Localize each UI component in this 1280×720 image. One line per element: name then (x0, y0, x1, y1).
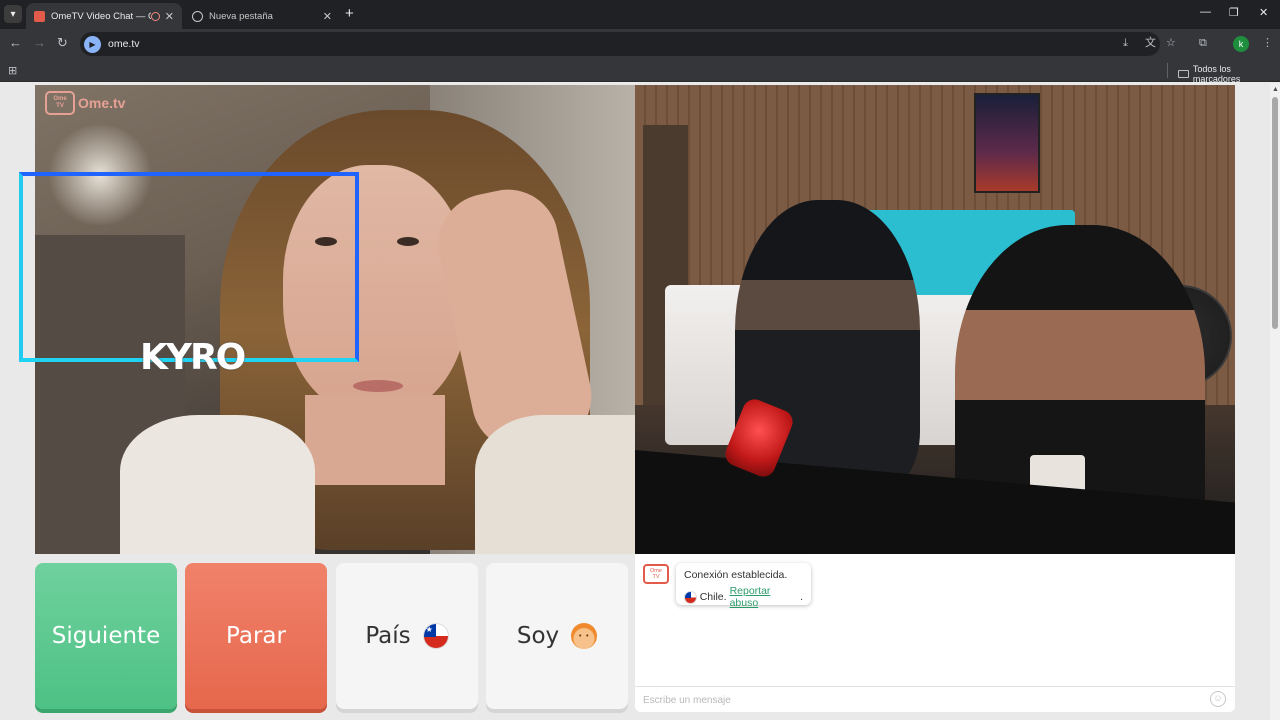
next-button-label: Siguiente (51, 623, 161, 649)
back-icon[interactable]: ← (9, 36, 22, 50)
ometv-tv-icon: Ome TV (45, 91, 75, 115)
stranger-face (397, 237, 419, 246)
chile-flag-icon (422, 623, 449, 649)
self-video (635, 85, 1235, 554)
tab-search-button[interactable]: ▾ (4, 5, 22, 23)
translate-icon[interactable]: 文 (1145, 37, 1156, 50)
tab-ometv[interactable]: OmeTV Video Chat — Ome ✕ (26, 3, 182, 29)
message-input[interactable] (643, 693, 1203, 707)
chat-panel: Ome TV Conexión establecida. Chile. Repo… (635, 554, 1235, 712)
install-app-icon[interactable]: ⤓ (1123, 37, 1128, 50)
bookmarks-divider (1167, 63, 1168, 78)
scroll-up-icon[interactable]: ▲ (1272, 86, 1279, 93)
folder-icon (1178, 70, 1189, 78)
tab-title: Nueva pestaña (209, 10, 273, 22)
new-tab-button[interactable]: + (345, 5, 354, 23)
report-abuse-link[interactable]: Reportar abuso (730, 585, 801, 609)
stranger-person (120, 415, 315, 554)
bookmark-star-icon[interactable]: ☆ (1166, 37, 1176, 50)
report-suffix: . (800, 591, 803, 603)
stream-overlay-frame (19, 172, 359, 362)
browser-tab-bar: ▾ OmeTV Video Chat — Ome ✕ Nueva pestaña… (0, 0, 1280, 29)
all-bookmarks-label: Todos los marcadores (1192, 64, 1241, 84)
all-bookmarks-button[interactable]: Todos los marcadores (1178, 64, 1280, 84)
emoji-smile-icon[interactable]: ☺ (1210, 691, 1226, 707)
country-button-label: País (365, 623, 411, 649)
stream-overlay-logo: KYRO (140, 337, 246, 378)
bookmarks-bar: ⊞ Todos los marcadores (0, 59, 1280, 84)
chat-divider (635, 686, 1235, 687)
watermark-text: Ome.tv (78, 95, 126, 111)
tab-close-icon[interactable]: ✕ (165, 10, 174, 23)
tab-title: OmeTV Video Chat — Ome (51, 10, 151, 22)
recording-indicator-icon (150, 11, 160, 21)
wall-poster (974, 93, 1040, 193)
ometv-watermark: Ome TV Ome.tv (45, 91, 125, 115)
country-button[interactable]: País (336, 563, 478, 709)
country-name: Chile. (699, 591, 727, 603)
system-message: Conexión establecida. Chile. Reportar ab… (676, 563, 811, 609)
minimize-icon[interactable]: — (1200, 6, 1211, 18)
site-info-icon[interactable]: ▶ (84, 35, 101, 53)
boy-face-icon (571, 623, 598, 649)
menu-icon[interactable]: ⋮ (1262, 37, 1273, 50)
globe-icon (192, 10, 203, 22)
ometv-favicon-icon (34, 10, 45, 22)
browser-toolbar: ← → ↻ ▶ ome.tv ⤓ 文 ☆ ⧉ k ⋮ (0, 29, 1280, 59)
ometv-tv-icon: Ome TV (643, 564, 669, 584)
reload-icon[interactable]: ↻ (57, 36, 68, 50)
page-scrollbar[interactable]: ▲ (1270, 83, 1280, 720)
stranger-face (353, 380, 403, 392)
forward-icon[interactable]: → (33, 36, 46, 50)
extensions-icon[interactable]: ⧉ (1199, 37, 1207, 50)
stop-button[interactable]: Parar (185, 563, 327, 709)
gender-button-label: Soy (516, 623, 560, 649)
profile-avatar[interactable]: k (1233, 36, 1249, 52)
scrollbar-thumb[interactable] (1272, 97, 1278, 329)
video-background (475, 415, 635, 554)
address-bar[interactable]: ▶ ome.tv (80, 32, 1160, 56)
stranger-person (305, 395, 445, 485)
tab-close-icon[interactable]: ✕ (323, 10, 332, 23)
apps-grid-icon[interactable]: ⊞ (8, 64, 17, 77)
restore-icon[interactable]: ❐ (1229, 6, 1239, 19)
url-text[interactable]: ome.tv (108, 38, 140, 50)
connection-status: Conexión establecida. (684, 569, 788, 581)
stop-button-label: Parar (226, 623, 286, 649)
window-close-icon[interactable]: ✕ (1259, 6, 1268, 19)
chile-flag-icon (684, 590, 697, 604)
gender-button[interactable]: Soy (486, 563, 628, 709)
next-button[interactable]: Siguiente (35, 563, 177, 709)
tab-new-tab[interactable]: Nueva pestaña ✕ (184, 3, 340, 29)
